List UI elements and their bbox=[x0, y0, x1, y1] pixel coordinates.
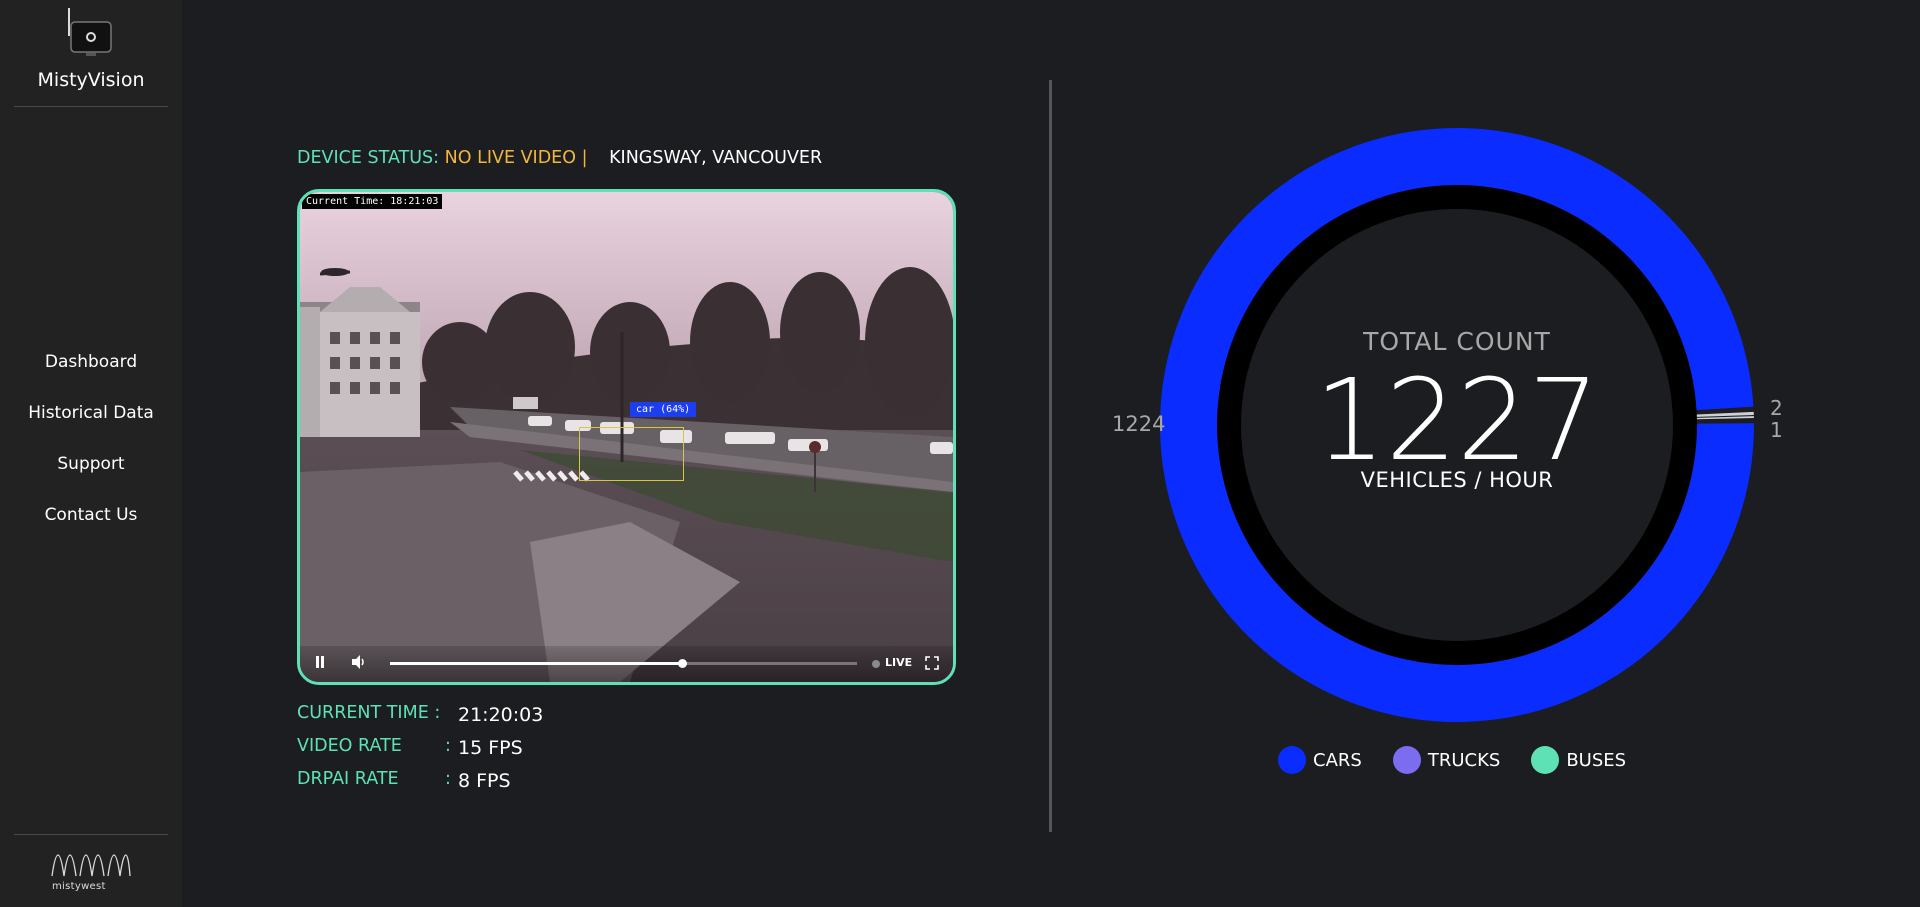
stat-value: 15 FPS bbox=[458, 737, 523, 759]
seek-bar[interactable] bbox=[390, 659, 857, 668]
video-player[interactable]: Current Time: 18:21:03 car (64%) LIVE bbox=[297, 189, 956, 685]
sidebar-nav: Dashboard Historical Data Support Contac… bbox=[0, 348, 182, 552]
legend-label: CARS bbox=[1313, 749, 1362, 771]
sidebar: MistyVision Dashboard Historical Data Su… bbox=[0, 0, 182, 907]
sidebar-item-historical-data[interactable]: Historical Data bbox=[0, 399, 182, 450]
donut-label-buses: 1 bbox=[1770, 418, 1783, 442]
donut-label-trucks: 2 bbox=[1770, 396, 1783, 420]
legend-label: BUSES bbox=[1566, 749, 1627, 771]
fullscreen-icon[interactable] bbox=[925, 656, 939, 670]
detection-box bbox=[579, 427, 684, 481]
device-location: KINGSWAY, VANCOUVER bbox=[609, 148, 823, 168]
seek-bar-progress bbox=[390, 662, 682, 665]
total-count-title: TOTAL COUNT bbox=[1363, 327, 1551, 356]
volume-icon[interactable] bbox=[351, 654, 367, 670]
panel-divider bbox=[1049, 80, 1052, 832]
sidebar-footer-divider bbox=[14, 834, 168, 835]
legend-item-trucks[interactable]: TRUCKS bbox=[1392, 746, 1501, 774]
donut-label-cars: 1224 bbox=[1112, 412, 1166, 436]
video-timestamp-overlay: Current Time: 18:21:03 bbox=[302, 194, 443, 209]
sidebar-item-support[interactable]: Support bbox=[0, 450, 182, 501]
stat-value: 21:20:03 bbox=[458, 704, 544, 726]
device-status-label: DEVICE STATUS: bbox=[297, 148, 440, 168]
camera-logo-icon bbox=[68, 8, 112, 56]
stat-colon: : bbox=[445, 736, 451, 756]
seek-bar-handle[interactable] bbox=[677, 659, 687, 668]
donut-label-trucks-buses: 2 1 bbox=[1770, 397, 1783, 441]
sidebar-item-contact-us[interactable]: Contact Us bbox=[0, 501, 182, 552]
legend-item-buses[interactable]: BUSES bbox=[1531, 746, 1626, 774]
stat-label: CURRENT TIME : bbox=[297, 703, 441, 723]
footer-logo-text: mistywest bbox=[52, 881, 106, 892]
sidebar-divider bbox=[14, 106, 168, 107]
live-button[interactable]: LIVE bbox=[885, 656, 912, 669]
pause-icon[interactable] bbox=[314, 656, 326, 668]
chart-legend: CARS TRUCKS BUSES bbox=[1278, 746, 1657, 774]
stat-value: 8 FPS bbox=[458, 770, 511, 792]
mistywest-logo-icon bbox=[51, 854, 131, 877]
detection-label: car (64%) bbox=[630, 402, 697, 417]
legend-dot-buses bbox=[1531, 746, 1560, 774]
brand-name: MistyVision bbox=[37, 69, 145, 91]
legend-dot-cars bbox=[1278, 746, 1306, 774]
live-indicator-dot bbox=[872, 660, 880, 668]
legend-label: TRUCKS bbox=[1427, 749, 1501, 771]
total-count-value: 1227 bbox=[1314, 356, 1600, 486]
total-count-unit: VEHICLES / HOUR bbox=[1360, 468, 1554, 492]
stat-colon: : bbox=[445, 769, 451, 789]
device-status-value: NO LIVE VIDEO | bbox=[444, 148, 588, 168]
legend-dot-trucks bbox=[1392, 746, 1421, 774]
device-status: DEVICE STATUS: NO LIVE VIDEO | KINGSWAY,… bbox=[297, 148, 822, 168]
stat-label: VIDEO RATE bbox=[297, 736, 402, 756]
video-controls: LIVE bbox=[300, 646, 953, 682]
sidebar-item-dashboard[interactable]: Dashboard bbox=[0, 348, 182, 399]
legend-item-cars[interactable]: CARS bbox=[1278, 746, 1362, 774]
stat-label: DRPAI RATE bbox=[297, 769, 399, 789]
app: MistyVision Dashboard Historical Data Su… bbox=[0, 0, 1920, 907]
